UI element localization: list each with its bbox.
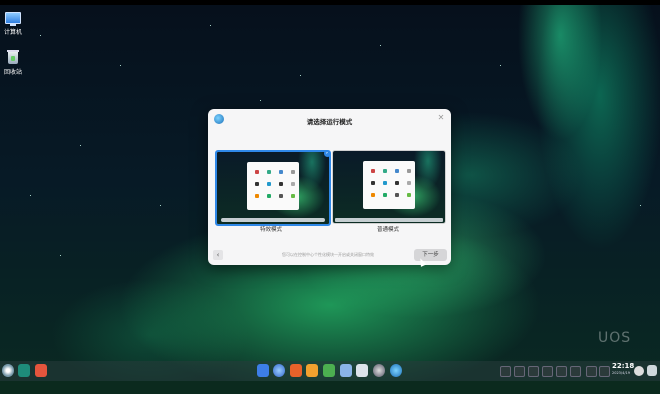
effects-mode-preview [217,152,329,224]
mode-option-normal[interactable] [332,150,446,224]
taskbar-bottom [0,381,660,394]
notification-icon[interactable] [528,366,539,377]
settings-icon[interactable] [373,364,385,377]
launcher-icon[interactable] [2,364,14,377]
file-manager-icon[interactable] [257,364,269,377]
preview-window [363,161,415,209]
mode-option-effects[interactable]: ✓ [215,150,331,226]
deepin-app-icon[interactable] [390,364,402,377]
power-icon[interactable] [599,366,610,377]
dialog-title: 请选择运行模式 [306,118,353,126]
normal-mode-preview [333,151,445,223]
computer-icon [5,12,21,26]
preview-dock [335,218,443,222]
close-icon[interactable]: ✕ [436,113,446,123]
network-icon[interactable] [586,366,597,377]
mode-label-normal: 普通模式 [376,227,399,233]
screenshot-icon[interactable] [542,366,553,377]
back-button[interactable]: ‹ [213,250,223,260]
mail-icon[interactable] [290,364,302,377]
trash-dock-icon[interactable] [647,365,657,376]
browser-icon[interactable] [273,364,285,377]
volume-icon[interactable] [514,366,525,377]
clock-date: 2023/4/19 [612,371,630,375]
calendar-icon[interactable] [356,364,368,377]
uos-watermark: UOS [598,330,632,346]
preview-window [247,162,299,210]
document-viewer-icon[interactable] [340,364,352,377]
multitask-view-icon[interactable] [18,364,30,377]
pen-icon[interactable] [556,366,567,377]
desktop-icon-trash[interactable]: 回收站 [0,50,31,76]
user-avatar-icon[interactable] [634,366,644,376]
desktop-icon-label: 回收站 [3,69,22,76]
app-store-icon[interactable] [35,364,47,377]
desktop-icon-computer[interactable]: 计算机 [0,12,31,36]
keyboard-icon[interactable] [500,366,511,377]
store-icon[interactable] [323,364,335,377]
check-icon: ✓ [324,150,330,157]
run-mode-dialog: 请选择运行模式 ✕ ✓ 特效模式 普通模式 ‹ 您可以在控制中心个性化模块一开启… [208,109,451,265]
desktop-icon-label: 计算机 [3,29,22,36]
preview-dock [221,218,325,222]
clock-time[interactable]: 22:18 [612,362,634,370]
chevron-right-icon[interactable] [570,366,581,377]
trash-icon [7,50,19,64]
settings-hint: 您可以在控制中心个性化模块一开启或关闭窗口特效 [282,252,374,257]
mode-label-effects: 特效模式 [259,227,282,233]
music-icon[interactable] [306,364,318,377]
